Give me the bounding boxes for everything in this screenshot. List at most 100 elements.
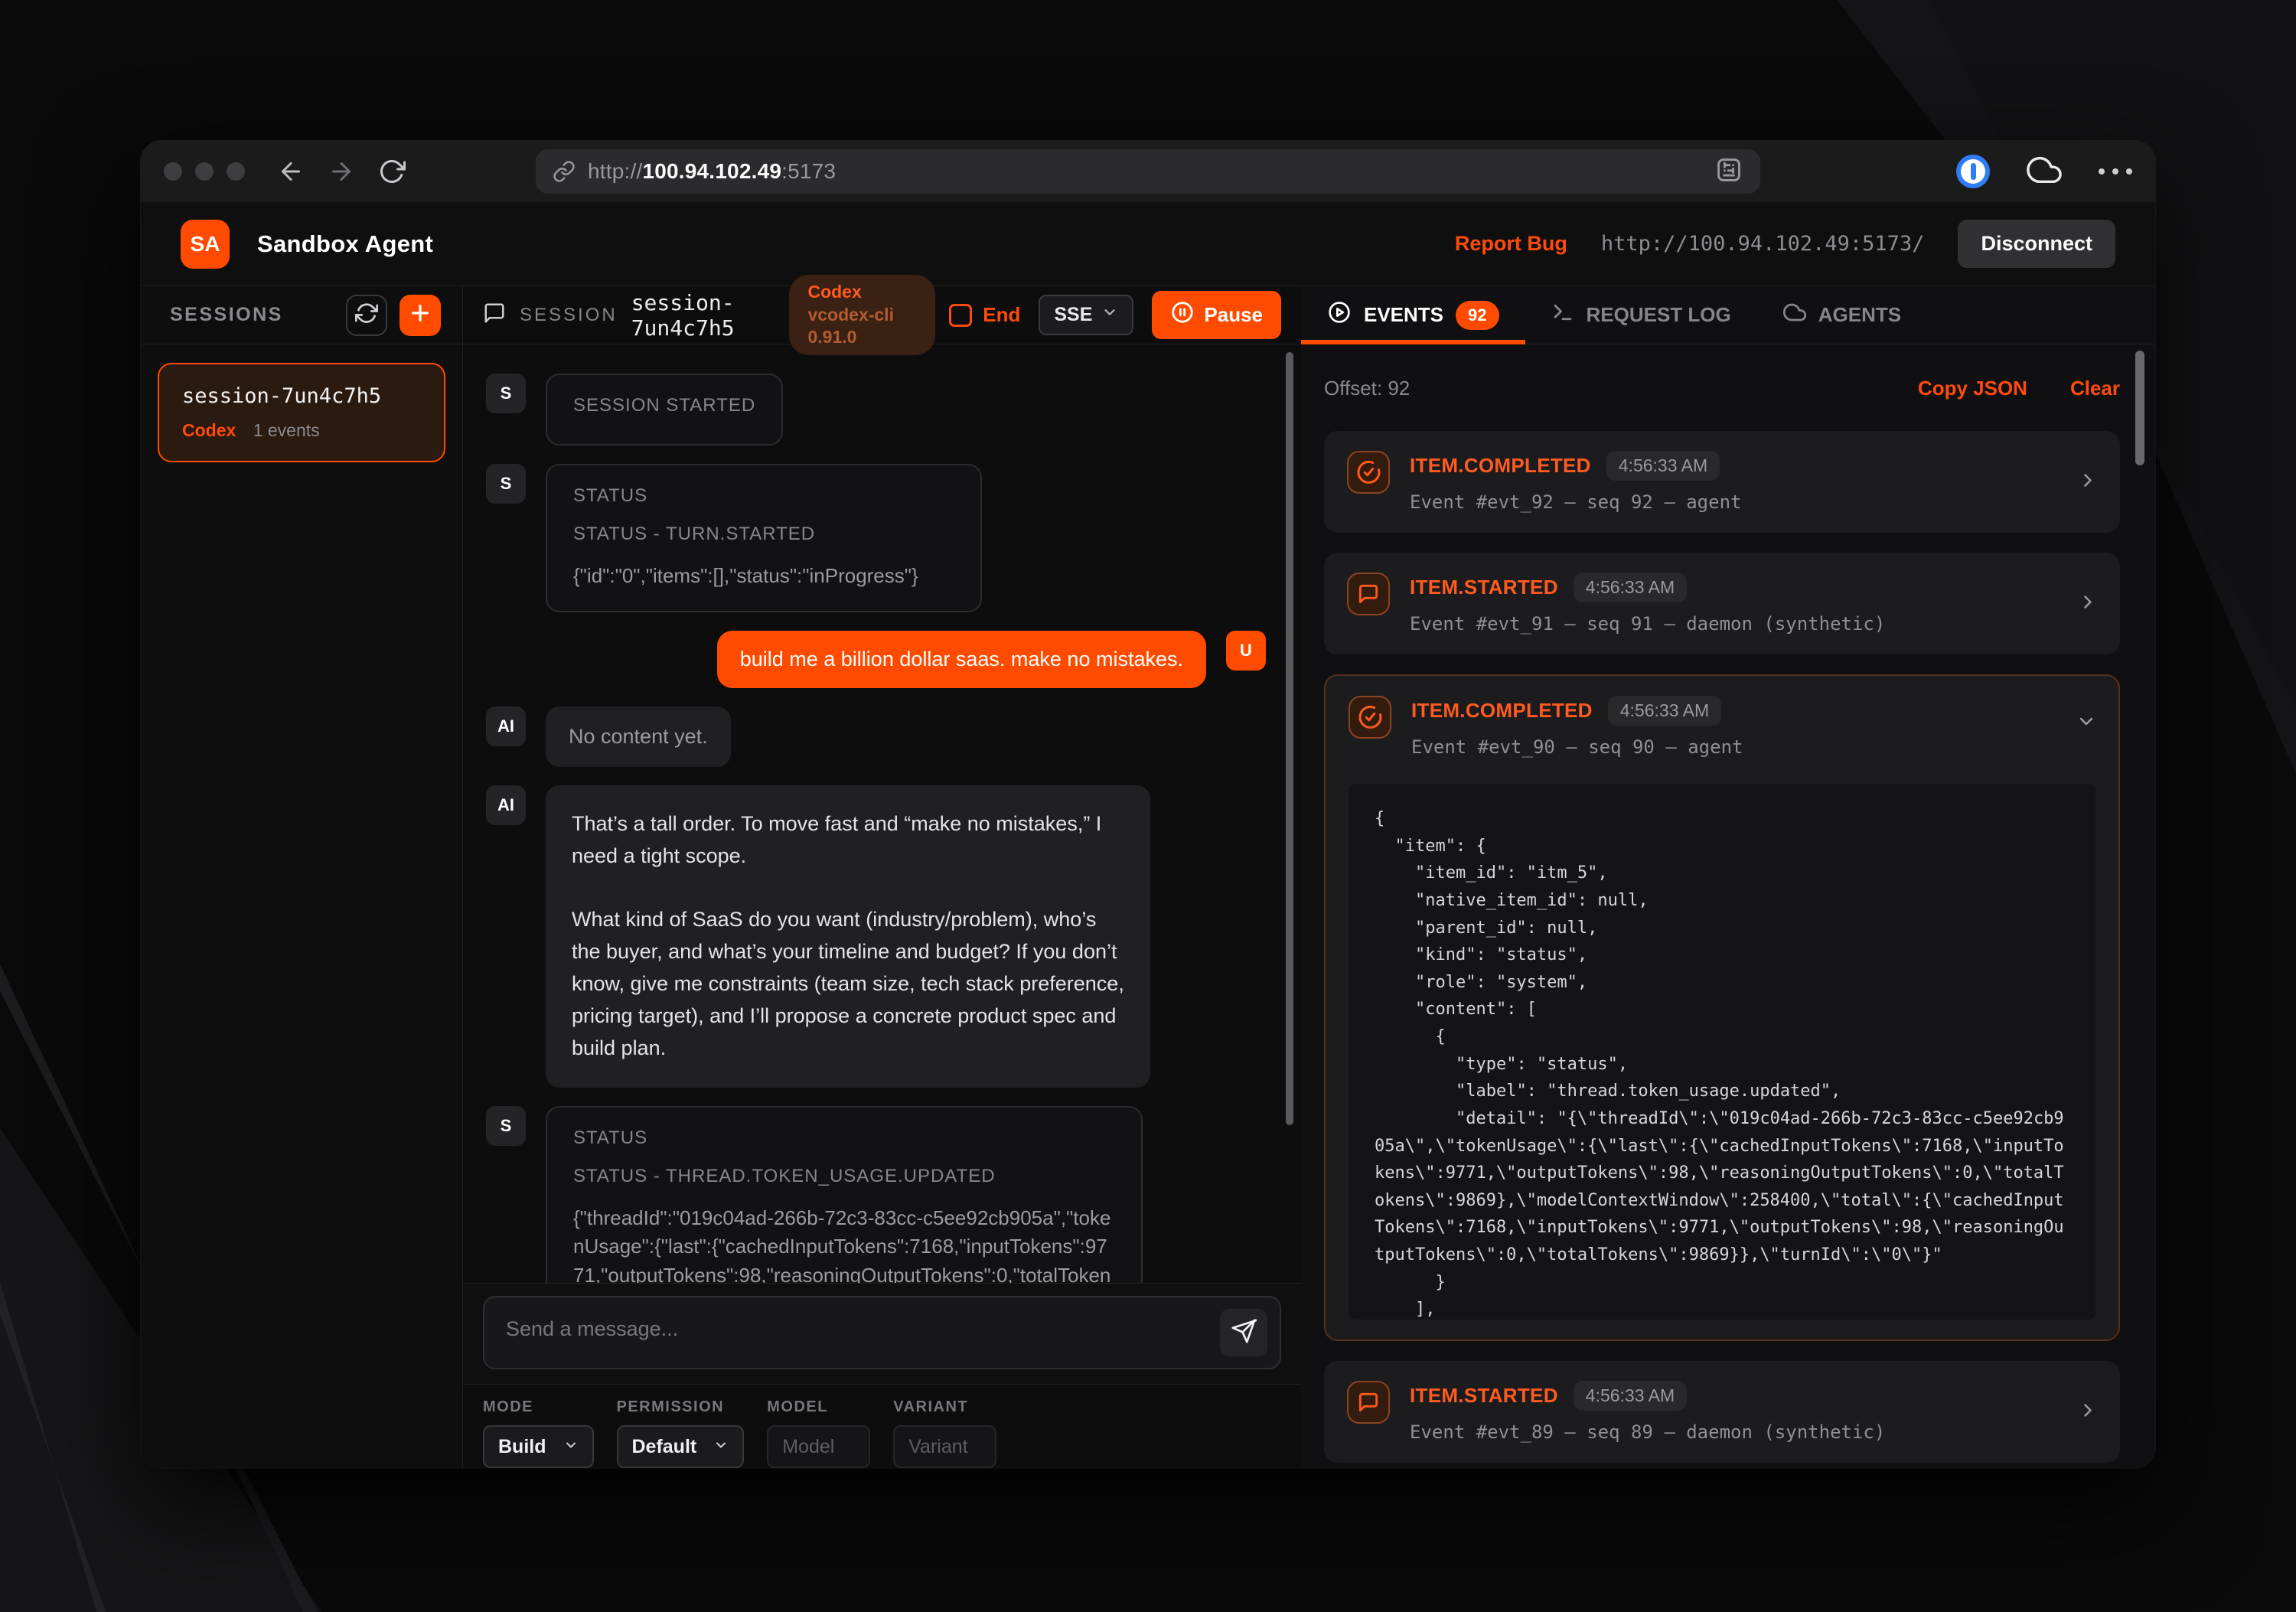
event-json-payload: { "item": { "item_id": "itm_5", "native_… bbox=[1349, 784, 2095, 1320]
address-bar[interactable]: http://100.94.102.49:5173 bbox=[536, 149, 1760, 194]
session-name: session-7un4c7h5 bbox=[182, 384, 421, 408]
minimize-window-button[interactable] bbox=[195, 162, 214, 181]
end-session-toggle[interactable]: End bbox=[949, 303, 1020, 327]
chevron-down-icon[interactable] bbox=[2076, 711, 2097, 736]
session-panel: SESSION session-7un4c7h5 Codex vcodex-cl… bbox=[463, 286, 1301, 1468]
chat-bubble-icon bbox=[1347, 1381, 1390, 1424]
event-type: ITEM.STARTED bbox=[1410, 576, 1558, 599]
user-message-bubble: build me a billion dollar saas. make no … bbox=[717, 631, 1206, 688]
assistant-avatar: AI bbox=[486, 706, 526, 746]
status-event-card: STATUS STATUS - THREAD.TOKEN_USAGE.UPDAT… bbox=[546, 1106, 1143, 1283]
session-provider: Codex bbox=[182, 420, 236, 440]
tab-events[interactable]: EVENTS 92 bbox=[1301, 286, 1525, 344]
send-button[interactable] bbox=[1220, 1309, 1267, 1356]
events-scrollbar[interactable] bbox=[2135, 351, 2144, 465]
event-time: 4:56:33 AM bbox=[1608, 696, 1721, 726]
zoom-window-button[interactable] bbox=[227, 162, 245, 181]
chat-row-system: S STATUS STATUS - THREAD.TOKEN_USAGE.UPD… bbox=[486, 1106, 1266, 1283]
reader-settings-icon[interactable] bbox=[1714, 155, 1743, 188]
event-subtitle: Event #evt_90 — seq 90 — agent bbox=[1411, 736, 1743, 758]
session-list-item[interactable]: session-7un4c7h5 Codex 1 events bbox=[158, 363, 445, 462]
system-avatar: S bbox=[486, 374, 526, 413]
overflow-menu-icon[interactable] bbox=[2099, 168, 2132, 175]
mode-select[interactable]: Build bbox=[483, 1425, 594, 1468]
traffic-lights[interactable] bbox=[164, 162, 245, 181]
new-session-button[interactable] bbox=[400, 295, 441, 336]
sessions-title: SESSIONS bbox=[170, 304, 283, 326]
cloud-sync-icon[interactable] bbox=[2027, 152, 2062, 191]
event-row[interactable]: ITEM.COMPLETED 4:56:33 AM Event #evt_92 … bbox=[1324, 431, 2120, 533]
event-time: 4:56:33 AM bbox=[1606, 451, 1720, 481]
assistant-message-bubble: That’s a tall order. To move fast and “m… bbox=[546, 785, 1150, 1088]
end-checkbox[interactable] bbox=[949, 304, 972, 327]
provider-badge: Codex vcodex-cli 0.91.0 bbox=[789, 275, 935, 356]
chevron-down-icon bbox=[713, 1436, 729, 1458]
session-chat-icon bbox=[483, 302, 506, 328]
system-avatar: S bbox=[486, 1106, 526, 1146]
chevron-right-icon[interactable] bbox=[2077, 1399, 2099, 1424]
event-subtitle: Event #evt_92 — seq 92 — agent bbox=[1410, 491, 1741, 513]
event-row-expanded[interactable]: ITEM.COMPLETED 4:56:33 AM Event #evt_90 … bbox=[1324, 674, 2120, 1341]
mode-label: MODE bbox=[483, 1398, 594, 1416]
variant-input[interactable]: Variant bbox=[893, 1425, 996, 1468]
variant-label: VARIANT bbox=[893, 1398, 996, 1416]
model-input[interactable]: Model bbox=[767, 1425, 870, 1468]
back-icon[interactable] bbox=[277, 158, 305, 185]
chat-row-assistant: AI No content yet. bbox=[486, 706, 1266, 767]
tab-agents[interactable]: AGENTS bbox=[1757, 286, 1927, 344]
tab-request-log[interactable]: REQUEST LOG bbox=[1525, 286, 1757, 344]
send-icon bbox=[1231, 1318, 1257, 1348]
event-row[interactable]: ITEM.STARTED 4:56:33 AM Event #evt_89 — … bbox=[1324, 1361, 2120, 1463]
pause-circle-icon bbox=[1170, 300, 1195, 330]
close-window-button[interactable] bbox=[164, 162, 182, 181]
chat-bubble-icon bbox=[1347, 573, 1390, 615]
events-panel: EVENTS 92 REQUEST LOG AGENTS bbox=[1301, 286, 2155, 1468]
disconnect-button[interactable]: Disconnect bbox=[1958, 220, 2115, 268]
events-list-container: Offset: 92 Copy JSON Clear bbox=[1301, 344, 2155, 1468]
permission-select[interactable]: Default bbox=[617, 1425, 745, 1468]
chat-row-system: S STATUS STATUS - TURN.STARTED {"id":"0"… bbox=[486, 464, 1266, 612]
end-label: End bbox=[983, 303, 1020, 327]
plus-icon bbox=[408, 301, 432, 329]
event-type: ITEM.STARTED bbox=[1410, 1384, 1558, 1408]
assistant-message-bubble: No content yet. bbox=[546, 706, 731, 767]
refresh-sessions-button[interactable] bbox=[346, 295, 387, 336]
session-label: SESSION bbox=[520, 305, 618, 326]
chat-message-list: S SESSION STARTED S STATUS STATUS - TURN… bbox=[463, 344, 1301, 1283]
pause-button[interactable]: Pause bbox=[1152, 291, 1281, 339]
copy-json-button[interactable]: Copy JSON bbox=[1918, 377, 2027, 400]
chevron-down-icon bbox=[1101, 304, 1118, 326]
model-label: MODEL bbox=[767, 1398, 870, 1416]
status-event-card: STATUS STATUS - TURN.STARTED {"id":"0","… bbox=[546, 464, 982, 612]
chat-row-system: S SESSION STARTED bbox=[486, 374, 1266, 445]
event-subtitle: Event #evt_91 — seq 91 — daemon (synthet… bbox=[1410, 613, 1885, 635]
clear-events-button[interactable]: Clear bbox=[2070, 377, 2120, 400]
events-count-badge: 92 bbox=[1456, 301, 1499, 330]
sessions-sidebar: SESSIONS session-7un4c7h5 bbox=[141, 286, 463, 1468]
message-composer bbox=[463, 1283, 1301, 1384]
user-avatar: U bbox=[1226, 631, 1266, 671]
system-event-card: SESSION STARTED bbox=[546, 374, 783, 445]
browser-window: http://100.94.102.49:5173 SA Sandbox Age… bbox=[141, 141, 2155, 1468]
event-row[interactable]: ITEM.STARTED 4:56:33 AM Event #evt_91 — … bbox=[1324, 553, 2120, 654]
onepassword-icon[interactable] bbox=[1956, 155, 1990, 188]
link-icon bbox=[553, 160, 576, 183]
chevron-right-icon[interactable] bbox=[2077, 591, 2099, 616]
report-bug-link[interactable]: Report Bug bbox=[1455, 232, 1567, 256]
refresh-icon bbox=[355, 302, 378, 328]
transport-select[interactable]: SSE bbox=[1039, 295, 1133, 335]
chat-scrollbar[interactable] bbox=[1286, 352, 1293, 1125]
chevron-right-icon[interactable] bbox=[2077, 469, 2099, 494]
app-header: SA Sandbox Agent Report Bug http://100.9… bbox=[141, 202, 2155, 286]
message-input[interactable] bbox=[483, 1296, 1281, 1369]
browser-chrome: http://100.94.102.49:5173 bbox=[141, 141, 2155, 202]
chevron-down-icon bbox=[563, 1436, 579, 1458]
event-type: ITEM.COMPLETED bbox=[1411, 699, 1593, 723]
play-circle-icon bbox=[1327, 300, 1352, 330]
reload-icon[interactable] bbox=[378, 158, 406, 185]
terminal-icon bbox=[1551, 301, 1574, 329]
events-offset: Offset: 92 bbox=[1324, 377, 1410, 400]
app-logo: SA bbox=[181, 220, 230, 269]
assistant-avatar: AI bbox=[486, 785, 526, 825]
forward-icon[interactable] bbox=[328, 158, 355, 185]
